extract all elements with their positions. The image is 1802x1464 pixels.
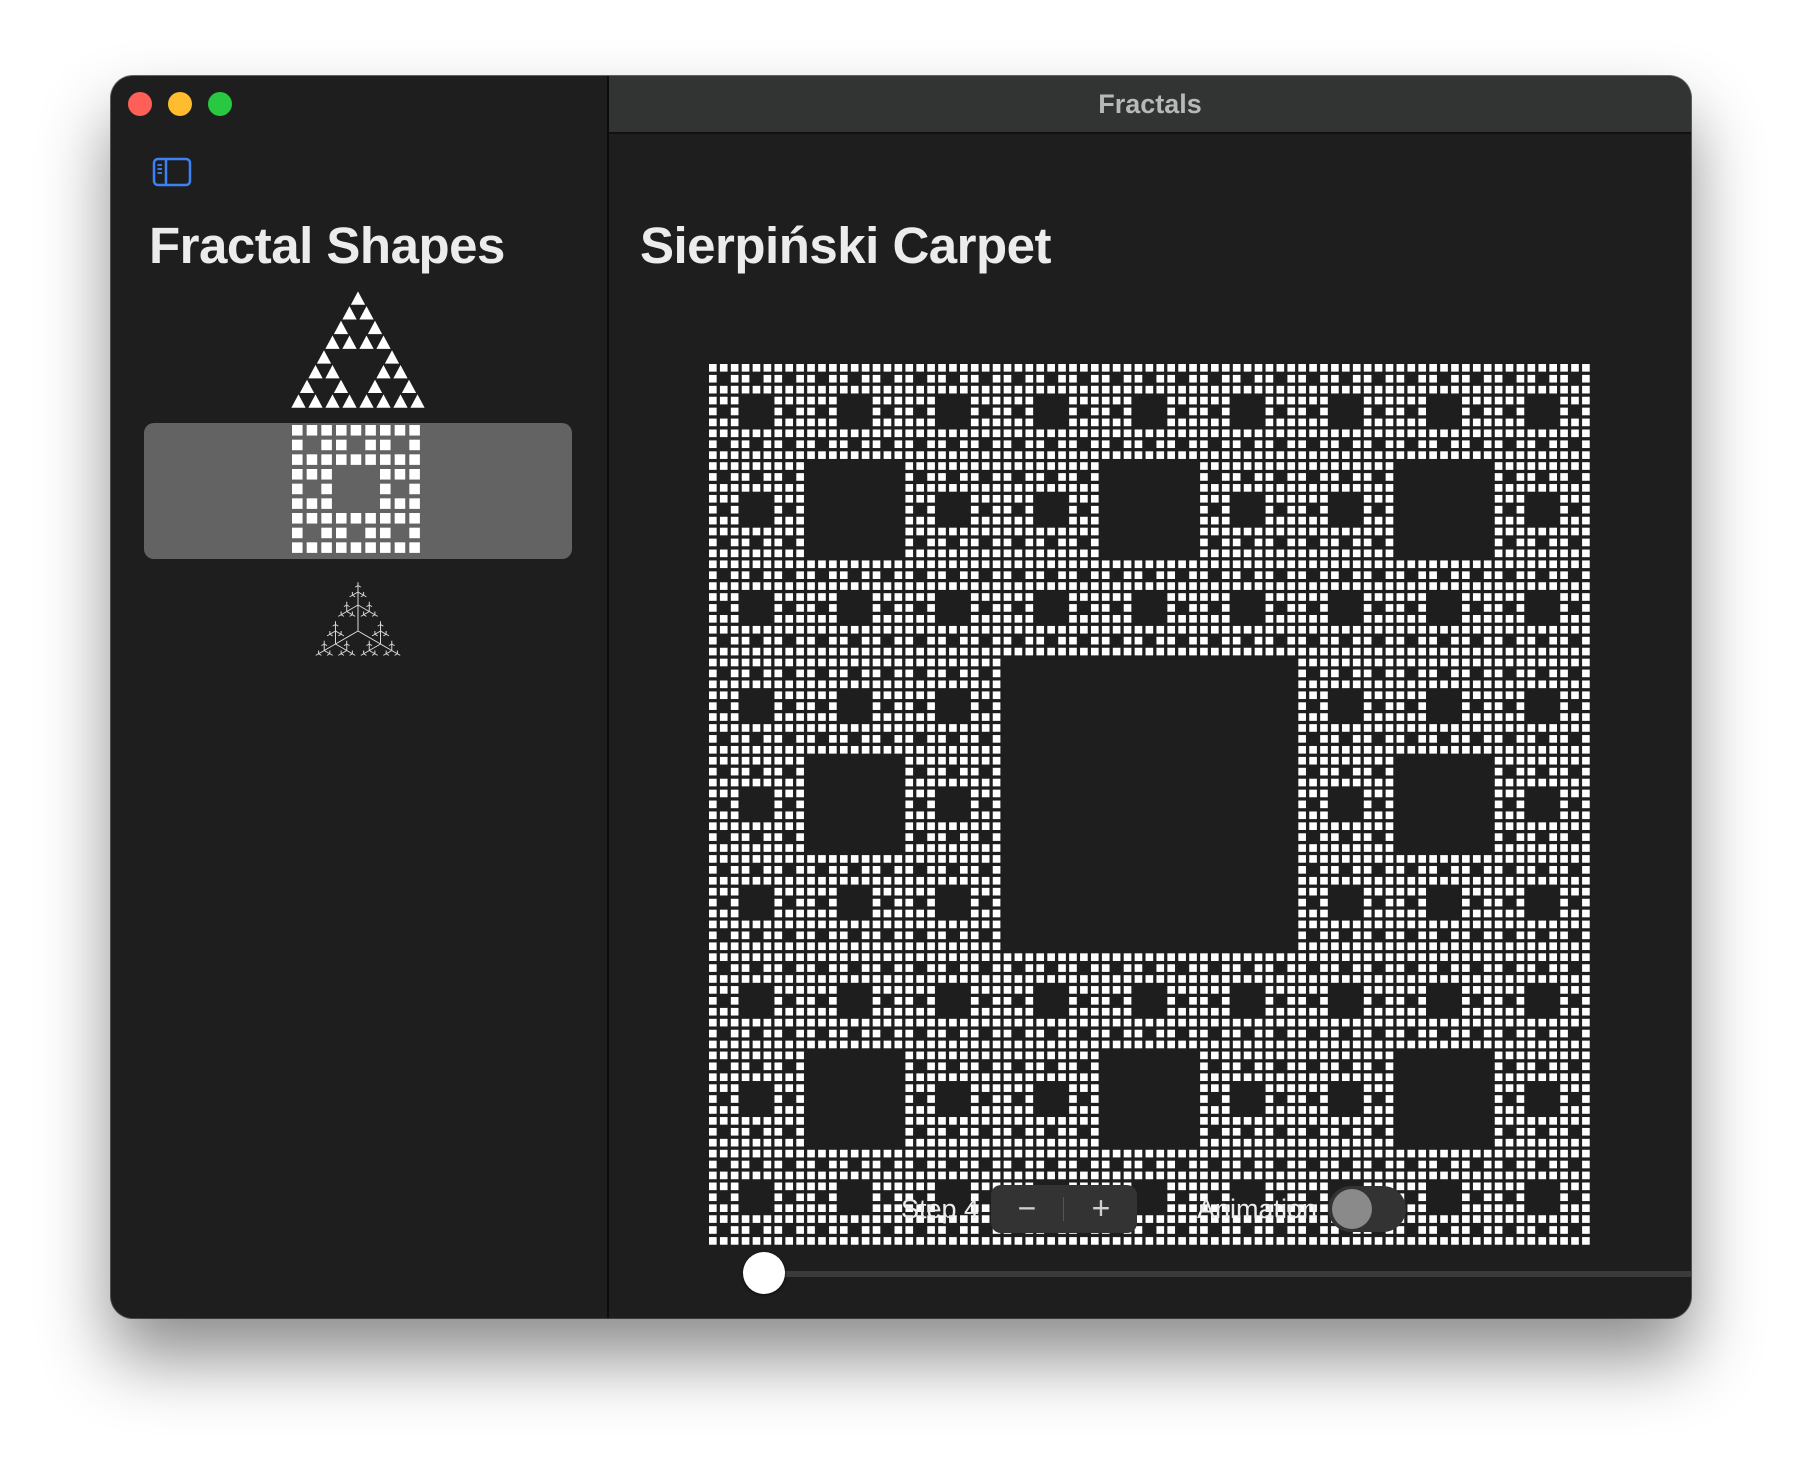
step-stepper: − + [991,1185,1137,1233]
sidebar-item-sierpinski-carpet[interactable] [144,423,572,559]
sidebar: Fractal Shapes [111,76,609,1318]
sidebar-item-sierpinski-triangle[interactable] [144,282,572,418]
increment-step-button[interactable]: + [1065,1185,1137,1233]
plus-icon: + [1091,1190,1111,1226]
stepper-divider [1063,1197,1064,1221]
animation-toggle[interactable] [1328,1186,1406,1232]
sierpinski-carpet-canvas [709,364,1590,1245]
tree-fractal-icon [315,582,401,656]
step-slider-knob[interactable] [743,1252,785,1294]
minimize-window-button[interactable] [168,92,192,116]
window-title: Fractals [1098,89,1202,119]
step-slider-track[interactable] [745,1271,1691,1277]
decrement-step-button[interactable]: − [991,1185,1063,1233]
animation-label: Animation [1197,1194,1318,1224]
minus-icon: − [1017,1190,1037,1226]
detail-pane: Sierpiński Carpet [609,134,1691,1318]
carpet-fractal-icon [292,425,420,553]
close-window-button[interactable] [128,92,152,116]
app-window: Fractal Shapes Fractals Sierpiński Carpe… [111,76,1691,1318]
title-bar: Fractals [609,76,1691,134]
step-label: Step 4 [901,1194,980,1224]
zoom-window-button[interactable] [208,92,232,116]
sidebar-title: Fractal Shapes [149,217,505,274]
sidebar-item-fractal-tree[interactable] [144,569,572,689]
triangle-fractal-icon [291,291,425,408]
fractal-title: Sierpiński Carpet [640,217,1051,274]
toggle-knob [1332,1189,1372,1229]
sidebar-toggle-icon[interactable] [152,156,192,188]
